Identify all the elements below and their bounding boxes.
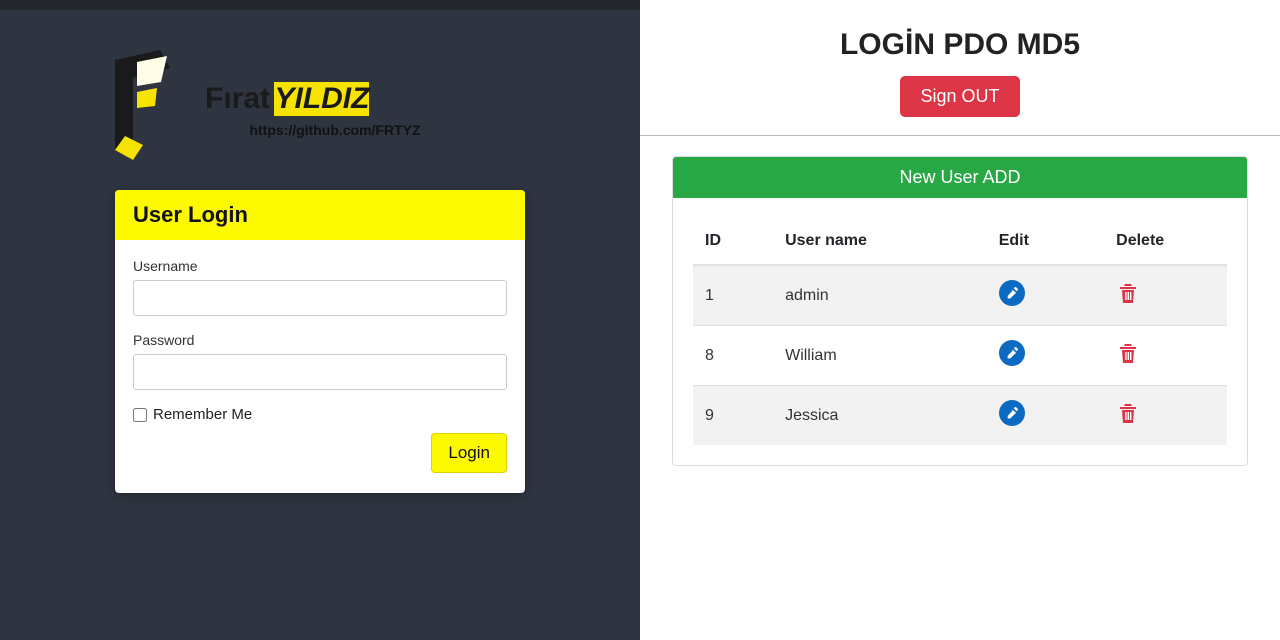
login-pane: Fırat YILDIZ https://github.com/FRTYZ Us… — [0, 0, 640, 640]
trash-icon — [1116, 340, 1140, 366]
delete-button[interactable] — [1116, 400, 1140, 426]
table-row: 1 admin — [693, 265, 1227, 326]
username-label: Username — [133, 258, 507, 274]
username-input[interactable] — [133, 280, 507, 316]
cell-username: Jessica — [773, 386, 987, 446]
edit-button[interactable] — [999, 340, 1025, 366]
brand-name-last: YILDIZ — [274, 82, 369, 116]
delete-button[interactable] — [1116, 280, 1140, 306]
brand-logo — [115, 50, 185, 170]
brand-name-first: Fırat — [205, 82, 270, 115]
sign-out-button[interactable]: Sign OUT — [900, 76, 1019, 117]
edit-button[interactable] — [999, 400, 1025, 426]
users-table: ID User name Edit Delete 1 admin — [693, 218, 1227, 445]
remember-label: Remember Me — [153, 406, 252, 423]
cell-id: 9 — [693, 386, 773, 446]
table-row: 9 Jessica — [693, 386, 1227, 446]
col-id: ID — [693, 218, 773, 265]
trash-icon — [1116, 280, 1140, 306]
edit-icon — [999, 280, 1025, 306]
edit-icon — [999, 400, 1025, 426]
remember-me[interactable]: Remember Me — [133, 406, 507, 423]
admin-pane: LOGİN PDO MD5 Sign OUT New User ADD ID U… — [640, 0, 1280, 640]
cell-id: 1 — [693, 265, 773, 326]
edit-icon — [999, 340, 1025, 366]
login-card: User Login Username Password Remember Me… — [115, 190, 525, 493]
brand-block: Fırat YILDIZ https://github.com/FRTYZ — [115, 50, 525, 170]
topbar — [0, 0, 640, 10]
admin-title: LOGİN PDO MD5 — [660, 28, 1260, 62]
brand-text: Fırat YILDIZ https://github.com/FRTYZ — [205, 82, 525, 138]
col-username: User name — [773, 218, 987, 265]
login-card-body: Username Password Remember Me Login — [115, 240, 525, 493]
login-card-title: User Login — [115, 190, 525, 240]
cell-username: admin — [773, 265, 987, 326]
brand-url: https://github.com/FRTYZ — [205, 122, 465, 138]
edit-button[interactable] — [999, 280, 1025, 306]
password-input[interactable] — [133, 354, 507, 390]
delete-button[interactable] — [1116, 340, 1140, 366]
col-delete: Delete — [1104, 218, 1227, 265]
login-button[interactable]: Login — [431, 433, 507, 473]
users-panel: New User ADD ID User name Edit Delete 1 … — [672, 156, 1248, 466]
table-row: 8 William — [693, 326, 1227, 386]
new-user-add-button[interactable]: New User ADD — [673, 157, 1247, 198]
remember-checkbox[interactable] — [133, 408, 147, 422]
cell-id: 8 — [693, 326, 773, 386]
admin-header: LOGİN PDO MD5 Sign OUT — [640, 0, 1280, 136]
users-panel-body: ID User name Edit Delete 1 admin — [673, 198, 1247, 465]
trash-icon — [1116, 400, 1140, 426]
col-edit: Edit — [987, 218, 1104, 265]
cell-username: William — [773, 326, 987, 386]
password-label: Password — [133, 332, 507, 348]
